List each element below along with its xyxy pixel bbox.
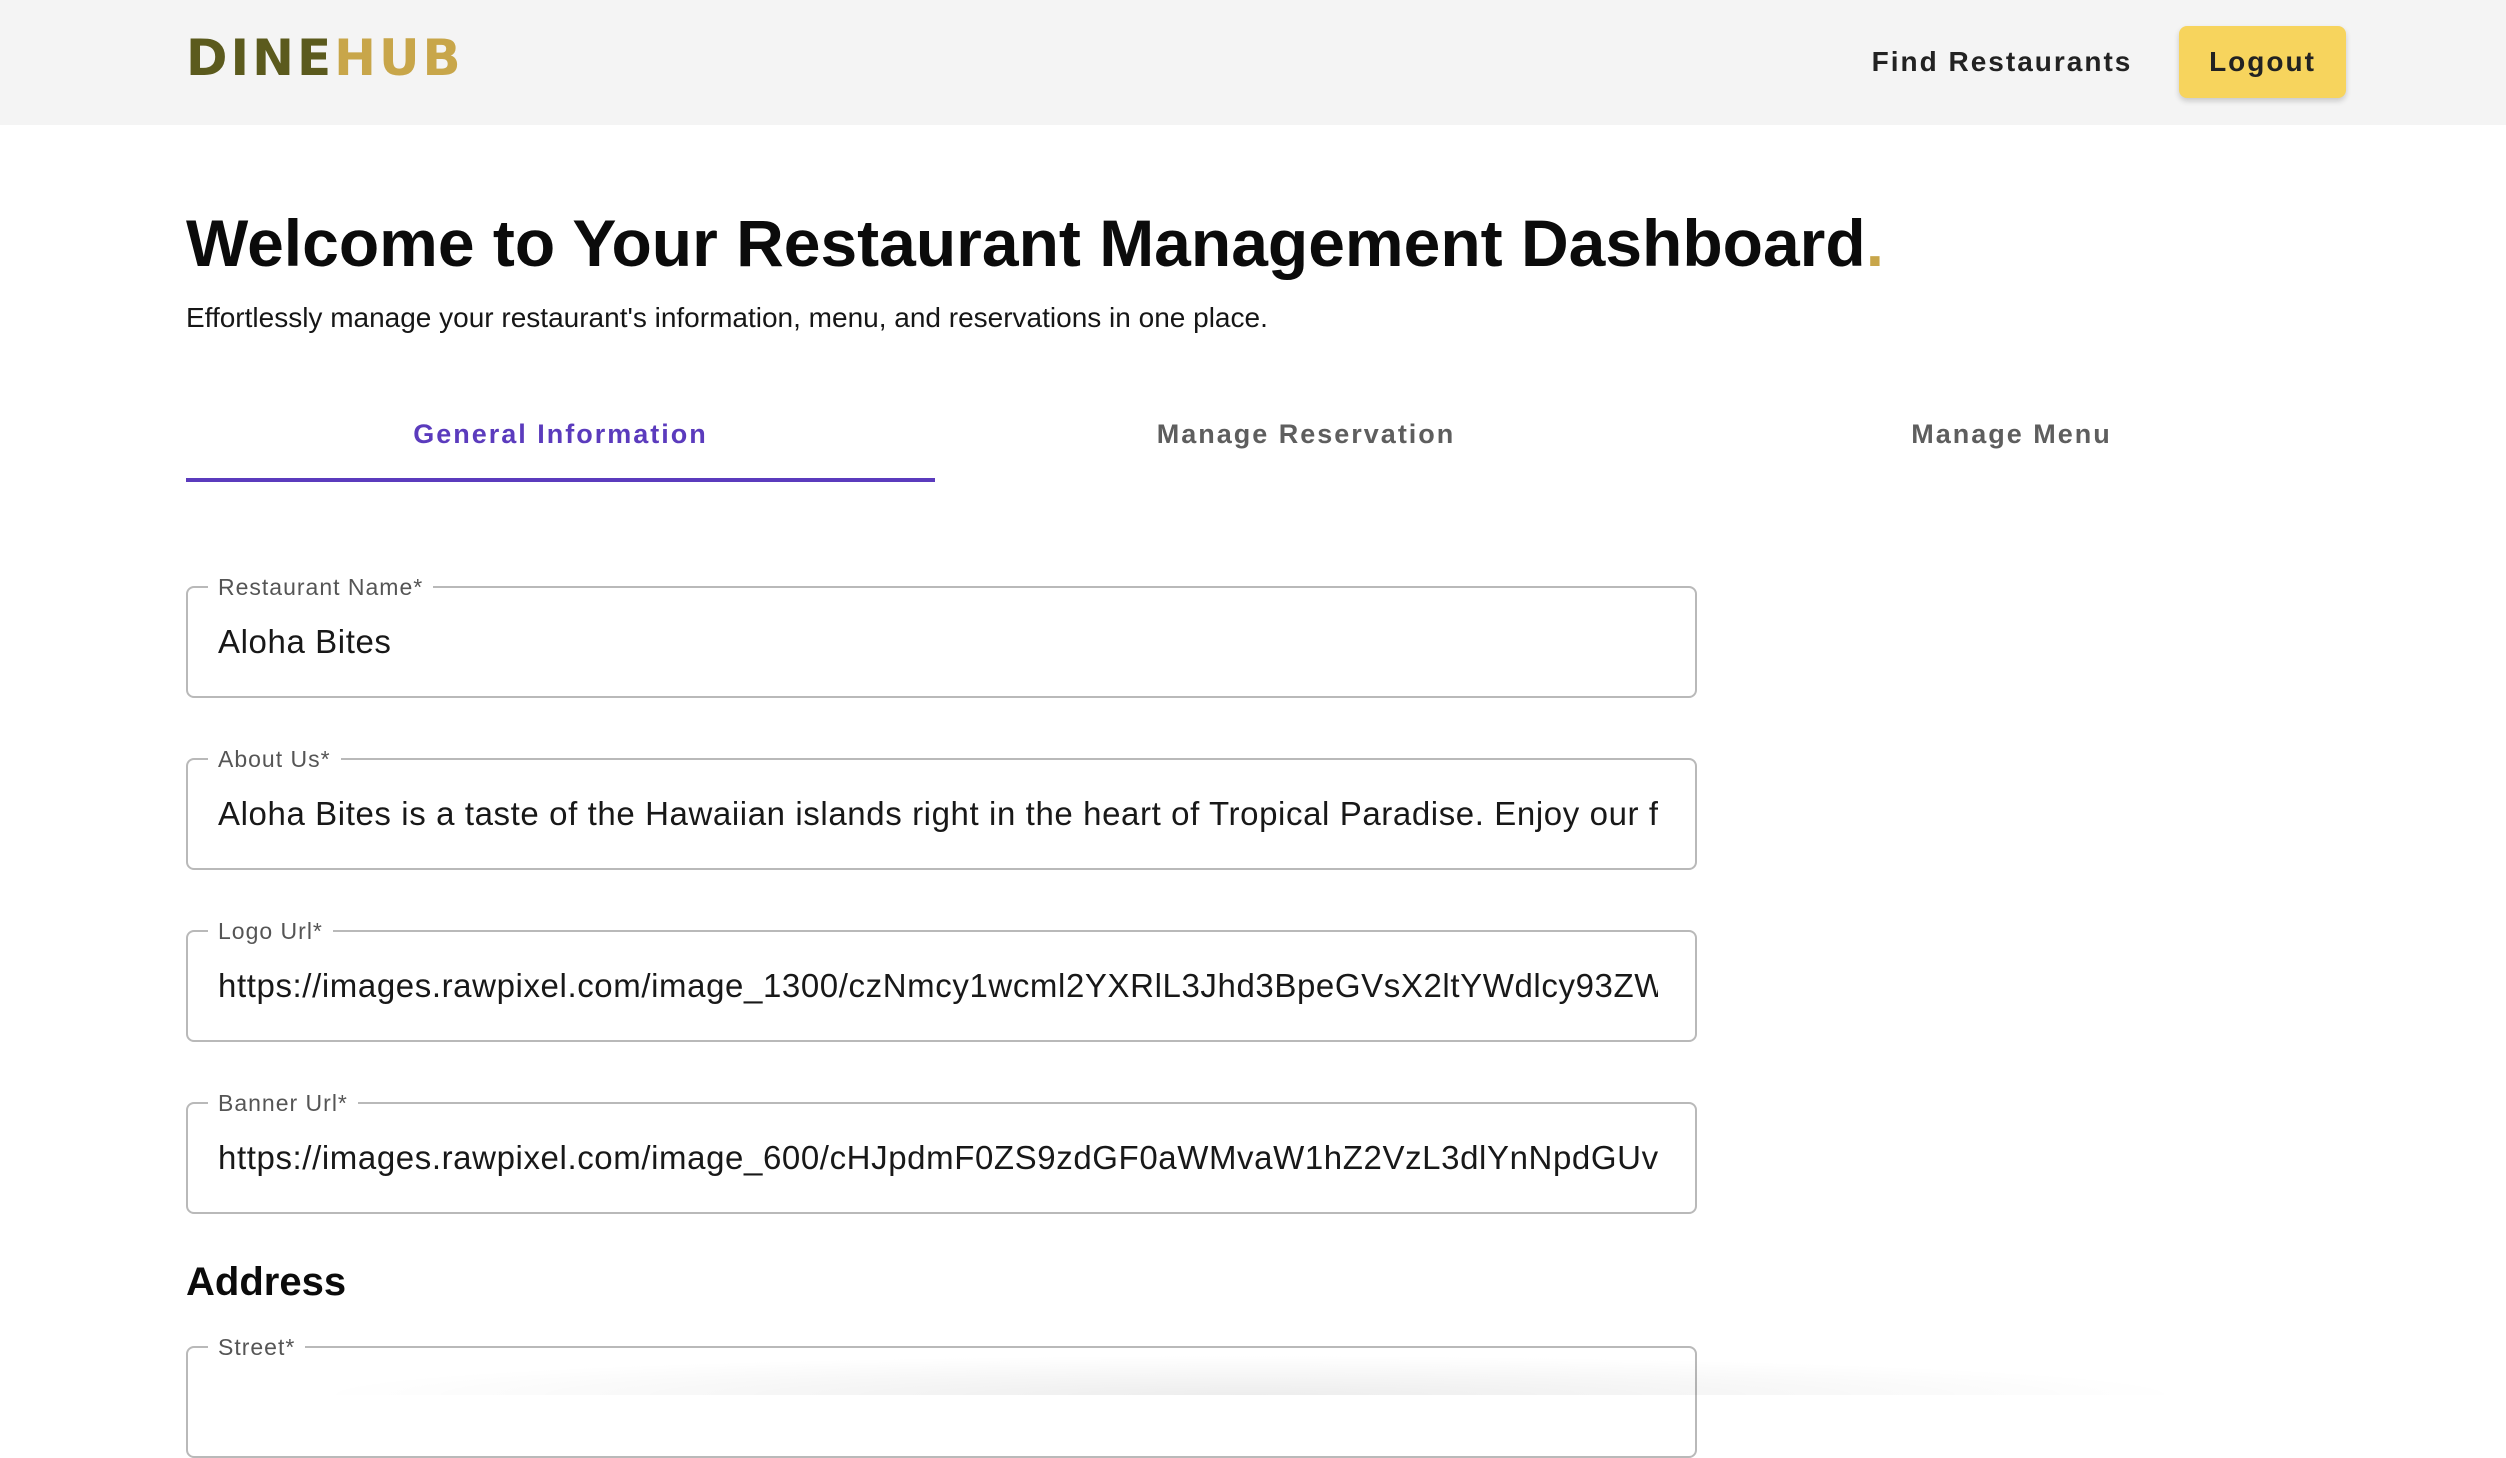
about-us-input[interactable] — [218, 760, 1658, 868]
tab-manage-menu[interactable]: Manage Menu — [1677, 390, 2346, 482]
logo-url-input[interactable] — [218, 932, 1658, 1040]
top-nav-bar: DINE HUB Find Restaurants Logout — [0, 0, 2506, 125]
logout-button[interactable]: Logout — [2179, 26, 2346, 98]
logo-text-dine: DINE — [186, 29, 335, 87]
logo-url-field: Logo Url* — [186, 916, 1697, 1042]
find-restaurants-link[interactable]: Find Restaurants — [1862, 26, 2142, 98]
dashboard-tabs: General Information Manage Reservation M… — [186, 390, 2346, 482]
tab-manage-reservation[interactable]: Manage Reservation — [935, 390, 1677, 482]
address-section-heading: Address — [186, 1260, 347, 1304]
page-title-text: Welcome to Your Restaurant Management Da… — [186, 206, 1866, 280]
dinehub-logo[interactable]: DINE HUB — [186, 32, 464, 84]
about-us-field: About Us* — [186, 744, 1697, 870]
active-tab-indicator — [186, 478, 935, 482]
tab-general-information[interactable]: General Information — [186, 390, 935, 482]
banner-url-field: Banner Url* — [186, 1088, 1697, 1214]
logo-text-hub: HUB — [334, 29, 464, 87]
street-field: Street* — [186, 1332, 1697, 1458]
street-input[interactable] — [218, 1348, 1658, 1456]
page-title-accent-dot: . — [1865, 206, 1885, 280]
restaurant-name-input[interactable] — [218, 588, 1658, 696]
page-subtitle: Effortlessly manage your restaurant's in… — [186, 302, 1268, 333]
restaurant-name-field: Restaurant Name* — [186, 572, 1697, 698]
page-title: Welcome to Your Restaurant Management Da… — [186, 198, 1884, 288]
banner-url-input[interactable] — [218, 1104, 1658, 1212]
